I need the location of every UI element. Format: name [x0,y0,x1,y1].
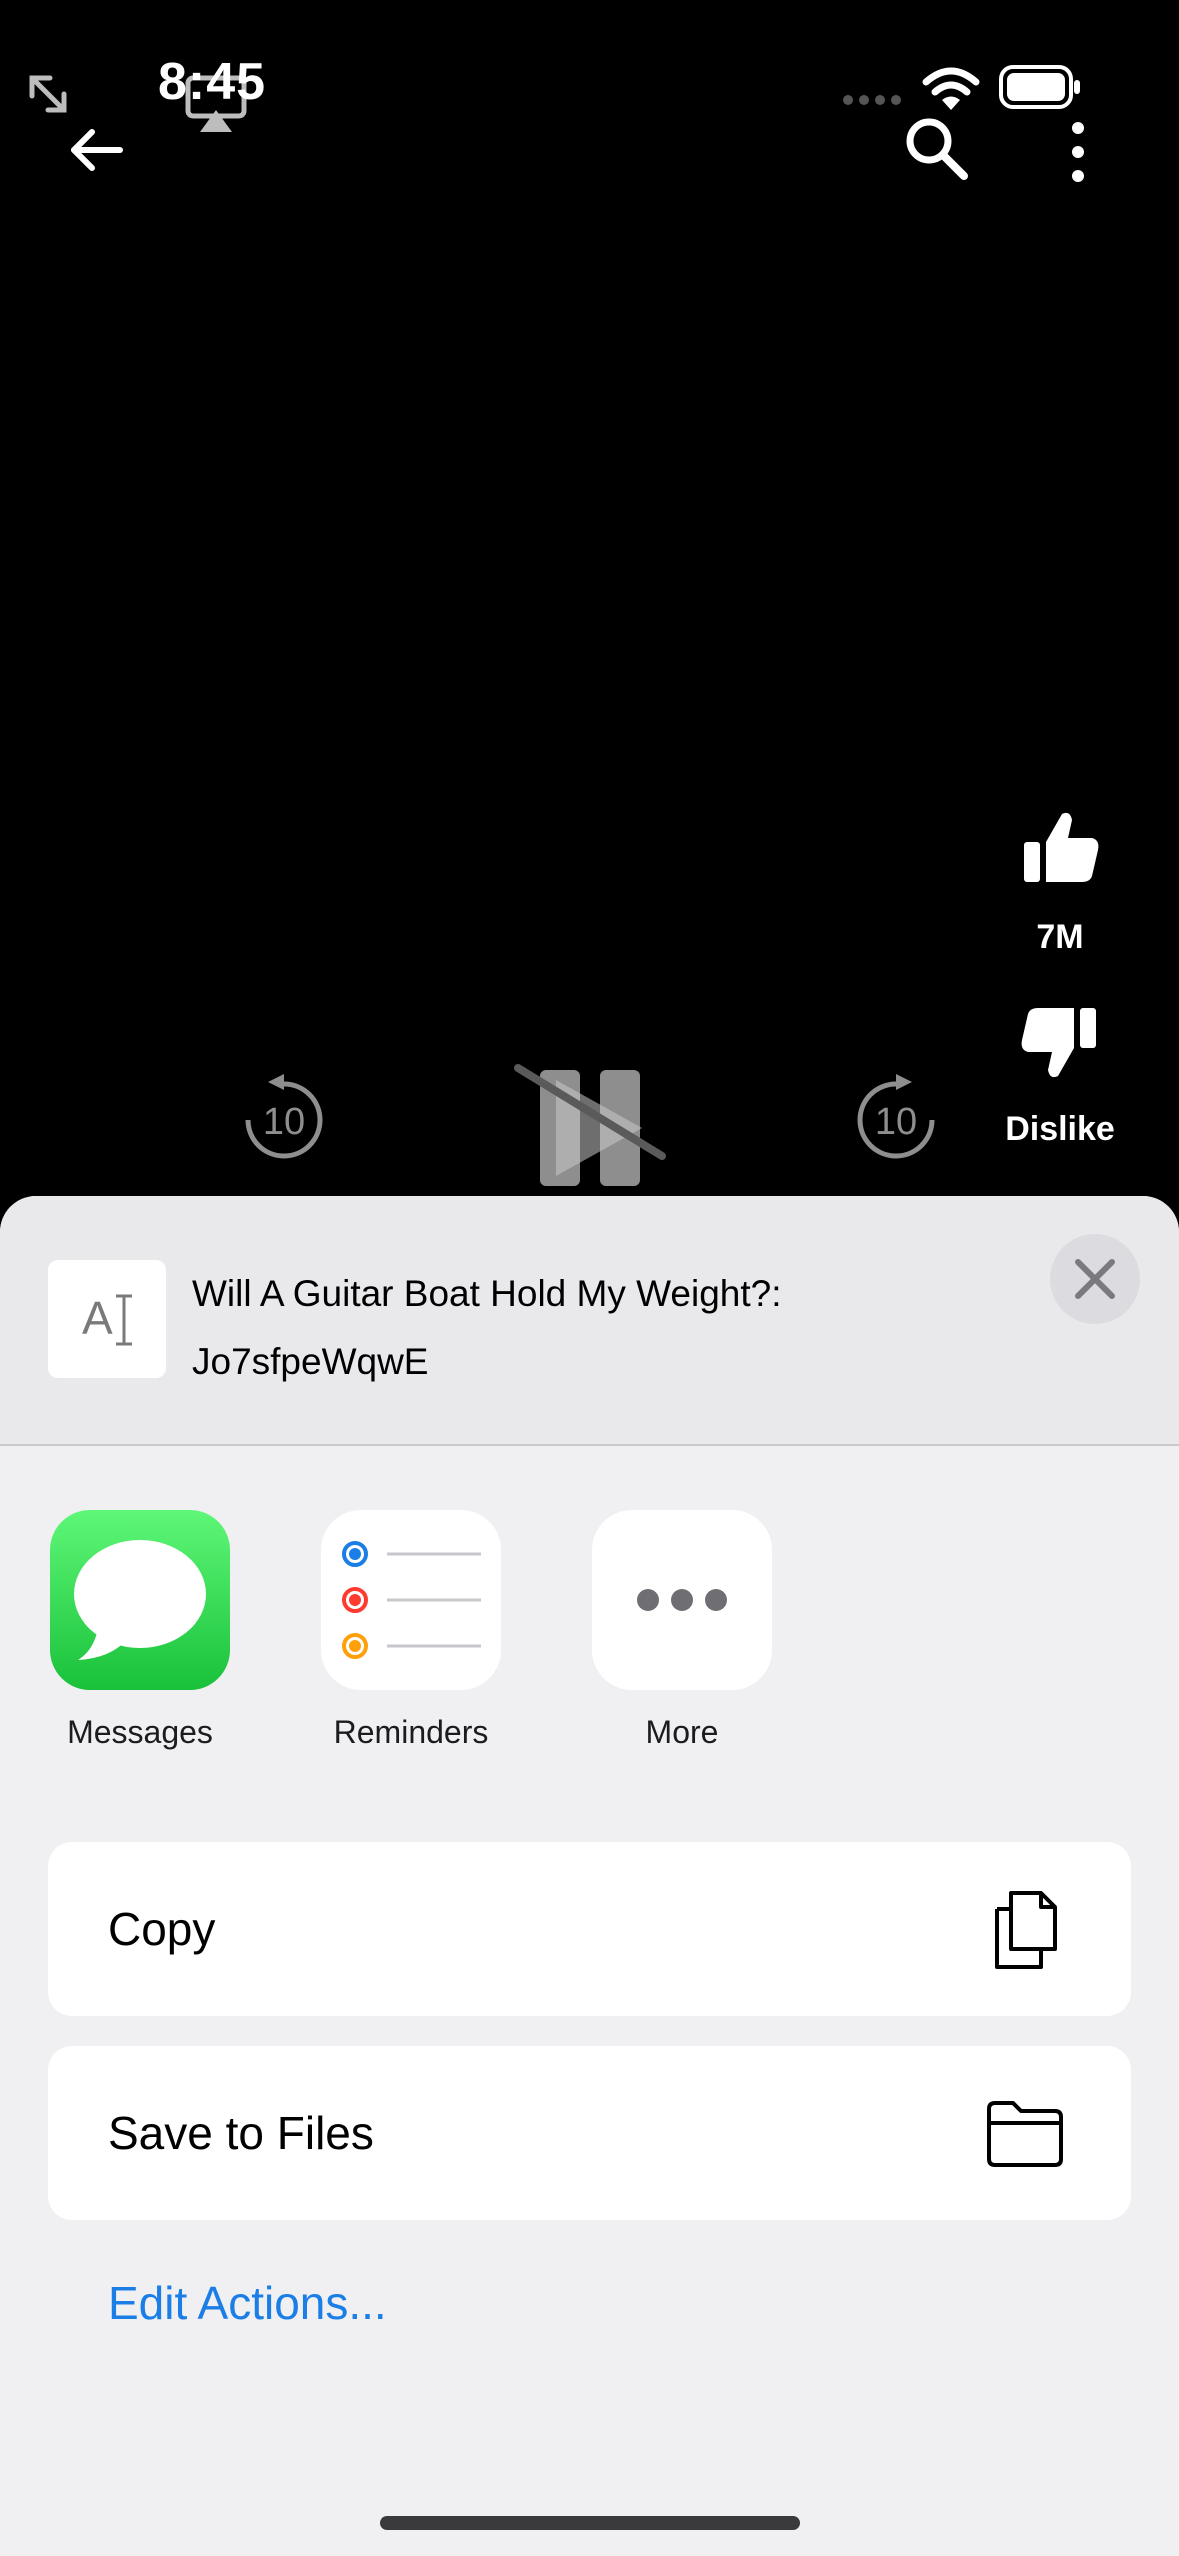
share-sheet: A Will A Guitar Boat Hold My Weight?: Jo… [0,1196,1179,2556]
close-button[interactable] [1050,1234,1140,1324]
play-pause-button[interactable] [512,1060,668,1200]
dislike-label: Dislike [1005,1110,1115,1148]
save-to-files-label: Save to Files [108,2107,374,2159]
messages-icon [50,1510,230,1690]
share-item-title: Will A Guitar Boat Hold My Weight?: Jo7s… [192,1260,992,1396]
close-icon [1075,1259,1115,1299]
share-title-line2: Jo7sfpeWqwE [192,1341,429,1382]
more-label: More [645,1714,719,1750]
rewind-seconds: 10 [263,1101,305,1143]
copy-icon [995,1891,1057,1969]
save-to-files-action[interactable]: Save to Files [48,2046,1131,2220]
cellular-signal-icon [843,95,901,105]
edit-actions-link[interactable]: Edit Actions... [108,2276,387,2330]
search-icon[interactable] [900,112,972,184]
dislike-button[interactable] [1010,990,1110,1090]
screen: 8:45 7M Dislike 10 10 A Will A Guitar Bo… [0,0,1179,2556]
minimize-player-icon[interactable] [24,70,128,174]
copy-action[interactable]: Copy [48,1842,1131,2016]
like-button[interactable] [1010,800,1110,900]
text-document-thumbnail: A [48,1260,166,1378]
forward-10-button[interactable]: 10 [848,1072,944,1168]
status-time: 8:45 [158,53,267,111]
share-app-reminders[interactable]: Reminders [301,1510,521,1751]
reminders-icon [321,1510,501,1690]
rewind-10-button[interactable]: 10 [236,1072,332,1168]
share-sheet-header: A Will A Guitar Boat Hold My Weight?: Jo… [0,1196,1179,1446]
text-document-icon: A [82,1292,132,1346]
more-icon [592,1510,772,1690]
forward-seconds: 10 [875,1101,917,1143]
share-title-line1: Will A Guitar Boat Hold My Weight?: [192,1273,782,1314]
svg-text:A: A [82,1292,113,1344]
share-app-row: Messages Reminders More [0,1510,1179,1770]
battery-icon [999,65,1080,109]
wifi-icon [922,67,980,110]
copy-label: Copy [108,1903,216,1955]
folder-icon [987,2101,1063,2167]
messages-label: Messages [67,1714,213,1750]
reminders-label: Reminders [333,1714,489,1750]
like-count: 7M [1036,918,1084,956]
more-options-icon[interactable] [1060,116,1096,188]
share-app-messages[interactable]: Messages [30,1510,250,1751]
home-indicator[interactable] [380,2516,800,2530]
share-app-more[interactable]: More [572,1510,792,1751]
